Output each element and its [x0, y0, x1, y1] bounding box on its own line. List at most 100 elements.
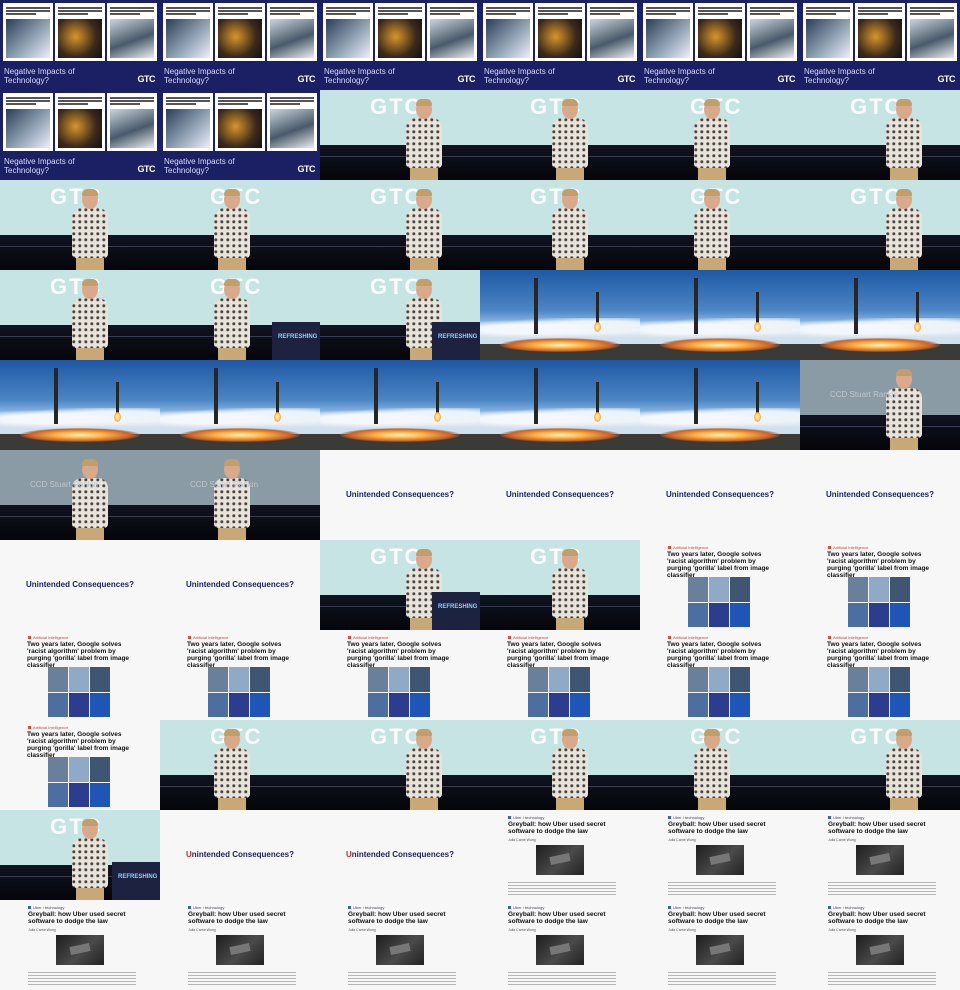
- thumbnail[interactable]: Uber / technology Greyball: how Uber used…: [480, 900, 640, 990]
- thumbnail[interactable]: [480, 360, 640, 450]
- speaker-shirt: [694, 208, 730, 258]
- slide-caption: Negative Impacts of Technology?: [644, 67, 715, 85]
- thumbnail[interactable]: Artificial Intelligence Two years later, …: [480, 630, 640, 720]
- thumbnail[interactable]: Artificial Intelligence Two years later, …: [800, 540, 960, 630]
- thumbnail[interactable]: Negative Impacts of Technology? GTC: [160, 0, 320, 90]
- rocket-booster-far: [756, 382, 759, 414]
- stage-rail: [320, 786, 480, 787]
- thumbnail[interactable]: Artificial Intelligence Two years later, …: [640, 630, 800, 720]
- article-headline: Two years later, Google solves 'racist a…: [507, 641, 610, 669]
- thumbnail[interactable]: GTC: [800, 90, 960, 180]
- thumbnail[interactable]: Negative Impacts of Technology? GTC: [800, 0, 960, 90]
- thumbnail[interactable]: [640, 270, 800, 360]
- thumbnail[interactable]: GTCREFRESHING: [320, 270, 480, 360]
- thumbnail[interactable]: GTC: [640, 180, 800, 270]
- clouds: [320, 408, 480, 430]
- thumbnail[interactable]: Uber / technology Greyball: how Uber used…: [640, 900, 800, 990]
- thumbnail[interactable]: Uber / technology Greyball: how Uber used…: [480, 810, 640, 900]
- text-line: [110, 10, 154, 12]
- thumbnail[interactable]: Unintended Consequences?: [320, 810, 480, 900]
- thumbnail[interactable]: CCD Stuart Rankin: [0, 450, 160, 540]
- image-tile: [410, 667, 430, 692]
- thumbnail[interactable]: Uber / technology Greyball: how Uber used…: [800, 900, 960, 990]
- thumbnail[interactable]: [800, 270, 960, 360]
- thumbnail[interactable]: GTC: [640, 90, 800, 180]
- photo-credit: CCD Stuart Rankin: [190, 480, 259, 489]
- thumbnail[interactable]: GTC: [160, 180, 320, 270]
- thumbnail[interactable]: Unintended Consequences?: [160, 810, 320, 900]
- thumbnail[interactable]: CCD Stuart Rankin: [800, 360, 960, 450]
- thumbnail[interactable]: Unintended Consequences?: [480, 450, 640, 540]
- thumbnail[interactable]: GTC: [480, 720, 640, 810]
- thumbnail[interactable]: GTC: [800, 720, 960, 810]
- thumbnail[interactable]: Artificial Intelligence Two years later, …: [320, 630, 480, 720]
- image-tile: [410, 692, 430, 717]
- text-line: [110, 13, 140, 15]
- article-screenshot: [747, 3, 797, 61]
- image-tile: [69, 757, 89, 782]
- thumbnail[interactable]: GTC: [640, 720, 800, 810]
- speaker-shirt: [694, 748, 730, 798]
- podium: REFRESHING: [112, 862, 160, 900]
- thumbnail[interactable]: CCD Stuart Rankin: [160, 450, 320, 540]
- article-screenshot: [107, 3, 157, 61]
- article-headline: Two years later, Google solves 'racist a…: [667, 641, 770, 669]
- thumbnail[interactable]: GTCREFRESHING: [320, 540, 480, 630]
- thumbnail[interactable]: Negative Impacts of Technology? GTC: [640, 0, 800, 90]
- thumbnail[interactable]: Artificial Intelligence Two years later, …: [160, 630, 320, 720]
- thumbnail[interactable]: GTC: [480, 90, 640, 180]
- thumbnail[interactable]: Negative Impacts of Technology? GTC: [0, 90, 160, 180]
- thumbnail[interactable]: Uber / technology Greyball: how Uber used…: [160, 900, 320, 990]
- thumbnail[interactable]: GTC: [0, 180, 160, 270]
- image-tile: [208, 667, 228, 692]
- thumbnail[interactable]: Uber / technology Greyball: how Uber used…: [640, 810, 800, 900]
- thumbnail[interactable]: [480, 270, 640, 360]
- thumbnail[interactable]: GTC: [800, 180, 960, 270]
- thumbnail[interactable]: GTC: [480, 540, 640, 630]
- thumbnail[interactable]: GTCREFRESHING: [0, 810, 160, 900]
- thumbnail[interactable]: [320, 360, 480, 450]
- article-photo: [110, 109, 154, 148]
- thumbnail[interactable]: [0, 360, 160, 450]
- thumbnail[interactable]: GTCREFRESHING: [160, 270, 320, 360]
- speaker-legs: [698, 166, 726, 180]
- thumbnail[interactable]: [160, 360, 320, 450]
- thumbnail[interactable]: GTC: [480, 180, 640, 270]
- image-tile: [890, 692, 910, 717]
- thumbnail[interactable]: Unintended Consequences?: [640, 450, 800, 540]
- slide-title: Unintended Consequences?: [25, 580, 134, 589]
- thumbnail[interactable]: Artificial Intelligence Two years later, …: [640, 540, 800, 630]
- thumbnail[interactable]: Negative Impacts of Technology? GTC: [160, 90, 320, 180]
- thumbnail[interactable]: [640, 360, 800, 450]
- thumbnail[interactable]: Uber / technology Greyball: how Uber used…: [0, 900, 160, 990]
- thumbnail[interactable]: Artificial Intelligence Two years later, …: [0, 630, 160, 720]
- image-tile: [90, 757, 110, 782]
- thumbnail[interactable]: Artificial Intelligence Two years later, …: [0, 720, 160, 810]
- text-line: [430, 7, 474, 9]
- exhaust-plume: [660, 428, 780, 442]
- thumbnail[interactable]: GTC: [0, 270, 160, 360]
- thumbnail[interactable]: Negative Impacts of Technology? GTC: [0, 0, 160, 90]
- thumbnail[interactable]: GTC: [160, 720, 320, 810]
- thumbnail[interactable]: GTC: [320, 720, 480, 810]
- exhaust-plume: [340, 428, 460, 442]
- image-tile: [848, 602, 868, 627]
- thumbnail[interactable]: Uber / technology Greyball: how Uber used…: [320, 900, 480, 990]
- speaker-hair: [224, 729, 240, 736]
- thumbnail[interactable]: Unintended Consequences?: [160, 540, 320, 630]
- thumbnail[interactable]: Negative Impacts of Technology? GTC: [480, 0, 640, 90]
- stage-rail: [800, 156, 960, 157]
- article-body-text: [348, 970, 456, 986]
- thumbnail[interactable]: Negative Impacts of Technology? GTC: [320, 0, 480, 90]
- thumbnail[interactable]: Unintended Consequences?: [0, 540, 160, 630]
- text-line: [698, 7, 742, 9]
- thumbnail[interactable]: Unintended Consequences?: [800, 450, 960, 540]
- thumbnail[interactable]: Uber / technology Greyball: how Uber used…: [800, 810, 960, 900]
- text-line: [590, 10, 634, 12]
- article-photo: [110, 19, 154, 58]
- thumbnail[interactable]: GTC: [320, 180, 480, 270]
- thumbnail[interactable]: Artificial Intelligence Two years later, …: [800, 630, 960, 720]
- gtc-logo: GTC: [137, 74, 156, 84]
- thumbnail[interactable]: Unintended Consequences?: [320, 450, 480, 540]
- thumbnail[interactable]: GTC: [320, 90, 480, 180]
